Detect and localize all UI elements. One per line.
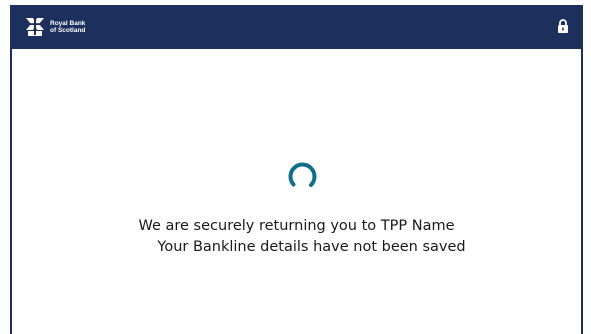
bank-name: Royal Bank of Scotland: [50, 20, 85, 34]
header-bar: Royal Bank of Scotland: [12, 7, 581, 49]
status-message: We are securely returning you to TPP Nam…: [12, 216, 581, 258]
redirect-window: Royal Bank of Scotland We are securely r…: [10, 5, 583, 334]
details-not-saved-message: Your Bankline details have not been save…: [157, 239, 466, 255]
returning-message: We are securely returning you to TPP Nam…: [138, 218, 455, 234]
bank-name-line2: of Scotland: [50, 27, 86, 34]
loading-spinner-icon: [288, 162, 317, 187]
padlock-icon: [558, 19, 568, 33]
bank-logo: Royal Bank of Scotland: [24, 16, 85, 38]
bank-name-line1: Royal Bank: [50, 20, 86, 27]
rbs-logo-icon: [26, 18, 44, 36]
